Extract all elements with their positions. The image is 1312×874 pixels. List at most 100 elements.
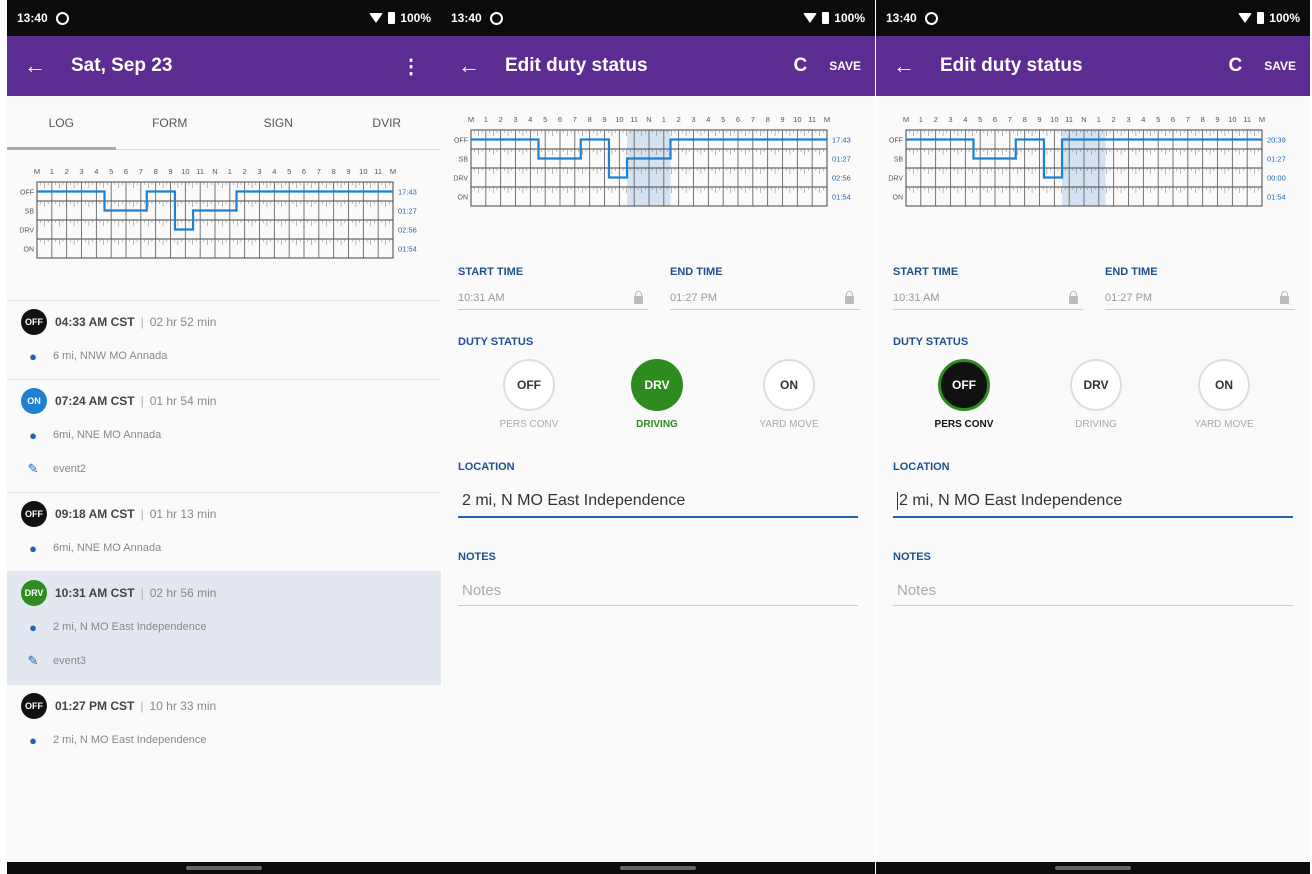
save-button[interactable]: SAVE <box>1264 59 1296 73</box>
notes-input[interactable]: Notes <box>897 582 936 599</box>
status-badge: OFF <box>21 693 47 719</box>
row-total: 02:56 <box>398 226 417 235</box>
hour-label: N <box>212 167 217 176</box>
status-option-drv[interactable]: DRV <box>631 359 683 411</box>
page-title: Edit duty status <box>505 55 648 76</box>
hour-label: 9 <box>168 167 172 176</box>
status-badge: ON <box>21 388 47 414</box>
battery-percent: 100% <box>834 11 865 25</box>
hour-label: 7 <box>317 167 321 176</box>
event-item[interactable]: DRV 10:31 AM CST | 02 hr 56 min ● 2 mi, N MO … <box>7 571 441 684</box>
app-bar: ← Edit duty status C SAVE <box>876 36 1310 96</box>
location-pin-icon: ● <box>29 732 37 748</box>
lock-icon <box>845 291 854 304</box>
start-time-label: START TIME <box>893 266 959 278</box>
event-list: OFF 04:33 AM CST | 02 hr 52 min ● 6 mi, NNW M… <box>7 300 441 763</box>
location-pin-icon: ● <box>29 348 37 364</box>
end-time-label: END TIME <box>670 266 723 278</box>
end-time-field[interactable]: 01:27 PM <box>670 292 717 304</box>
app-notification-icon <box>55 11 69 25</box>
back-arrow-icon[interactable]: ← <box>441 53 497 79</box>
status-option-off[interactable]: OFF <box>938 359 990 411</box>
location-pin-icon: ● <box>29 619 37 635</box>
event-time: 01:27 PM CST <box>55 699 135 713</box>
status-time: 13:40 <box>886 11 917 25</box>
tab-log[interactable]: LOG <box>7 96 116 150</box>
location-input[interactable]: 2 mi, N MO East Independence <box>897 492 1122 510</box>
back-arrow-icon[interactable]: ← <box>876 53 932 79</box>
hour-label: 10 <box>359 167 367 176</box>
hour-label: 2 <box>243 167 247 176</box>
hour-label: 7 <box>139 167 143 176</box>
refresh-icon[interactable]: C <box>793 55 807 77</box>
tab-sign[interactable]: SIGN <box>224 96 333 149</box>
hour-label: 10 <box>181 167 189 176</box>
end-time-label: END TIME <box>1105 266 1158 278</box>
event-time: 07:24 AM CST <box>55 394 135 408</box>
status-time: 13:40 <box>17 11 48 25</box>
location-input-text: 2 mi, N MO East Independence <box>899 492 1123 510</box>
status-option-on[interactable]: ON <box>763 359 815 411</box>
event-item[interactable]: OFF 01:27 PM CST | 10 hr 33 min ● 2 mi, N MO … <box>7 684 441 763</box>
hour-label: 4 <box>94 167 98 176</box>
save-button[interactable]: SAVE <box>829 59 861 73</box>
lock-icon <box>634 291 643 304</box>
hour-label: 8 <box>154 167 158 176</box>
battery-percent: 100% <box>1269 11 1300 25</box>
hour-label: 4 <box>272 167 276 176</box>
hour-label: M <box>34 167 40 176</box>
separator: | <box>140 394 144 408</box>
back-arrow-icon[interactable]: ← <box>7 53 63 79</box>
home-handle[interactable] <box>1055 866 1131 870</box>
duty-status-label: DUTY STATUS <box>893 336 969 348</box>
battery-percent: 100% <box>400 11 431 25</box>
tab-form[interactable]: FORM <box>116 96 225 149</box>
battery-icon <box>388 12 396 24</box>
start-time-field[interactable]: 10:31 AM <box>458 292 504 304</box>
pencil-icon: ✎ <box>27 653 39 668</box>
event-item[interactable]: OFF 09:18 AM CST | 01 hr 13 min ● 6mi, NNE MO… <box>7 492 441 571</box>
battery-icon <box>1257 12 1265 24</box>
lock-icon <box>1069 291 1078 304</box>
event-location: 6mi, NNE MO Annada <box>53 542 162 554</box>
event-item[interactable]: ON 07:24 AM CST | 01 hr 54 min ● 6mi, NNE MO … <box>7 379 441 492</box>
start-time-field[interactable]: 10:31 AM <box>893 292 939 304</box>
location-input[interactable]: 2 mi, N MO East Independence <box>462 492 685 510</box>
event-time: 10:31 AM CST <box>55 586 135 600</box>
more-vert-icon[interactable]: ⋮ <box>395 54 427 79</box>
row-total: 01:27 <box>398 207 417 216</box>
edit-form: START TIME 10:31 AM END TIME 01:27 PM DU… <box>876 96 1310 874</box>
lock-icon <box>1280 291 1289 304</box>
event-item[interactable]: OFF 04:33 AM CST | 02 hr 52 min ● 6 mi, NNW M… <box>7 300 441 379</box>
event-duration: 02 hr 56 min <box>149 586 217 600</box>
pencil-icon: ✎ <box>27 461 39 476</box>
wifi-icon <box>803 13 818 23</box>
duty-log-grid: M 1 2 3 4 5 6 7 8 9 10 11 N 1 2 3 4 5 6 7 8 9 10 11 M OFF 17:43 SB 0… <box>7 160 441 288</box>
status-badge: OFF <box>21 309 47 335</box>
home-handle[interactable] <box>186 866 262 870</box>
wifi-icon <box>1238 13 1253 23</box>
hour-label: 5 <box>287 167 291 176</box>
status-badge: OFF <box>21 501 47 527</box>
tab-dvir[interactable]: DVIR <box>333 96 442 149</box>
row-total: 17:43 <box>398 188 417 197</box>
location-label: LOCATION <box>893 461 950 473</box>
refresh-icon[interactable]: C <box>1228 55 1242 77</box>
status-option-on[interactable]: ON <box>1198 359 1250 411</box>
notes-input[interactable]: Notes <box>462 582 501 599</box>
app-bar: ← Sat, Sep 23 ⋮ <box>7 36 441 96</box>
row-label: OFF <box>20 190 34 197</box>
separator: | <box>140 699 144 713</box>
log-screen: 13:40 100% ← Sat, Sep 23 ⋮ LOG FORM SIGN… <box>7 0 441 874</box>
status-option-drv-label: DRIVING <box>636 419 678 430</box>
status-option-drv[interactable]: DRV <box>1070 359 1122 411</box>
status-option-off-label: PERS CONV <box>499 419 559 430</box>
hour-label: 1 <box>228 167 232 176</box>
status-option-off[interactable]: OFF <box>503 359 555 411</box>
start-time-label: START TIME <box>458 266 524 278</box>
hour-label: 6 <box>302 167 306 176</box>
end-time-field[interactable]: 01:27 PM <box>1105 292 1152 304</box>
edit-screen-personal-conveyance: 13:40 100% ← Edit duty status C SAVE M12… <box>876 0 1310 874</box>
home-handle[interactable] <box>620 866 696 870</box>
duty-status-label: DUTY STATUS <box>458 336 534 348</box>
